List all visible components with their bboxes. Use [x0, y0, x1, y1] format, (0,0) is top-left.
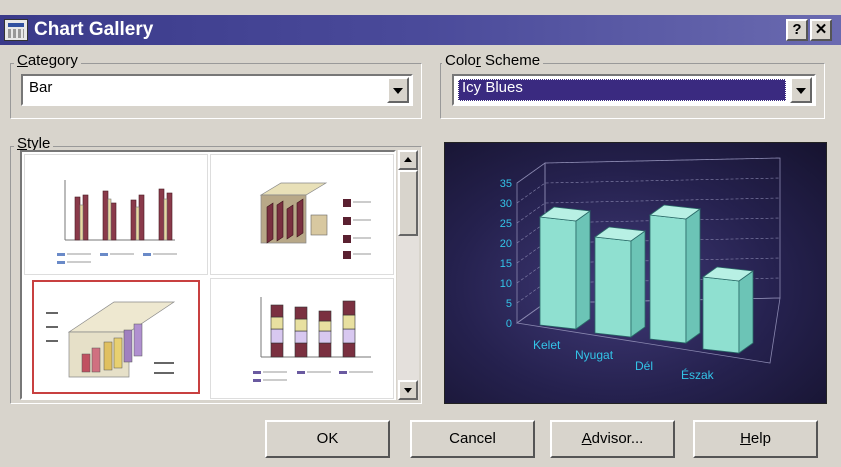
- category-label: Category: [14, 53, 81, 69]
- style-thumbnail[interactable]: [24, 154, 208, 275]
- color-scheme-dropdown[interactable]: Icy Blues: [452, 74, 816, 106]
- gridline: [516, 157, 781, 184]
- title-bar[interactable]: Chart Gallery ? ✕: [0, 15, 841, 45]
- cancel-button[interactable]: Cancel: [410, 420, 535, 458]
- style-thumbnail-selected[interactable]: [32, 280, 200, 394]
- y-tick-label: 35: [500, 178, 512, 190]
- y-tick-label: 30: [500, 198, 512, 210]
- bar-side: [685, 208, 701, 344]
- bar-front: [539, 216, 577, 330]
- 3d-perspective-bar-thumbnail: [46, 301, 176, 378]
- chevron-down-icon: [393, 88, 403, 94]
- style-scrollbar[interactable]: [397, 150, 419, 400]
- clustered-bar-thumbnail: [57, 180, 177, 264]
- color-scheme-dropdown-button[interactable]: [790, 77, 812, 103]
- style-gallery[interactable]: [20, 150, 396, 400]
- y-tick-label: 5: [506, 298, 512, 310]
- color-scheme-value: Icy Blues: [462, 79, 523, 96]
- chevron-down-icon: [796, 88, 806, 94]
- bar-front: [702, 276, 740, 354]
- y-tick-label: 15: [500, 258, 512, 270]
- style-thumbnail[interactable]: [210, 278, 394, 399]
- y-tick-label: 10: [500, 278, 512, 290]
- arrow-down-icon: [404, 388, 412, 393]
- color-scheme-label: Color Scheme: [442, 53, 544, 69]
- y-tick-label: 25: [500, 218, 512, 230]
- scroll-thumb[interactable]: [398, 170, 418, 236]
- category-label: Észak: [681, 367, 715, 382]
- category-label: Kelet: [533, 338, 561, 352]
- y-tick-label: 20: [500, 238, 512, 250]
- category-dropdown[interactable]: Bar: [21, 74, 413, 106]
- category-value: Bar: [29, 79, 53, 96]
- category-dropdown-button[interactable]: [387, 77, 409, 103]
- bar-side: [738, 270, 754, 354]
- help-title-button[interactable]: ?: [786, 19, 808, 41]
- ok-button[interactable]: OK: [265, 420, 390, 458]
- bar-front: [594, 236, 632, 338]
- 3d-bar-thumbnail: [259, 182, 371, 259]
- arrow-up-icon: [404, 157, 412, 162]
- advisor-button[interactable]: Advisor...: [550, 420, 675, 458]
- scroll-up-button[interactable]: [398, 150, 418, 170]
- stacked-bar-thumbnail: [253, 297, 373, 382]
- scroll-down-button[interactable]: [398, 380, 418, 400]
- bar-side: [630, 230, 646, 338]
- chart-preview: 0 5 10 15 20 25 30 35 Kelet Nyugat Dél Észak: [444, 142, 827, 404]
- y-tick-label: 0: [506, 318, 512, 330]
- help-button[interactable]: Help: [693, 420, 818, 458]
- bar-side: [575, 210, 591, 330]
- style-thumbnail[interactable]: [210, 154, 394, 275]
- chart-gallery-icon: [4, 19, 28, 41]
- gridline: [516, 177, 781, 204]
- preview-chart: 0 5 10 15 20 25 30 35 Kelet Nyugat Dél Észak: [500, 157, 781, 382]
- bar-front: [649, 214, 687, 344]
- category-label: Nyugat: [575, 348, 614, 362]
- category-label: Dél: [635, 359, 653, 373]
- window-title: Chart Gallery: [34, 19, 154, 40]
- close-button[interactable]: ✕: [810, 19, 832, 41]
